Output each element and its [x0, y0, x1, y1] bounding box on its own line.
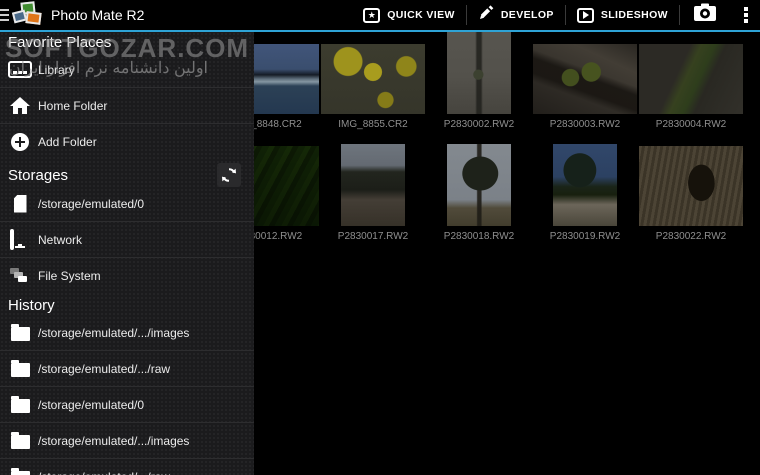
photo-grid-row: IMG_8848.CR2 IMG_8855.CR2 P2830002.RW2 P… — [214, 32, 744, 140]
folder-icon — [8, 323, 32, 341]
drawer-item-label: Add Folder — [38, 135, 97, 149]
drawer-item-label: /storage/emulated/.../raw — [38, 361, 171, 376]
pencil-icon — [478, 4, 494, 26]
star-icon: ★ — [363, 7, 381, 23]
photo-cell[interactable]: P2830002.RW2 — [426, 32, 532, 140]
drawer-item-home-folder[interactable]: Home Folder — [0, 88, 254, 124]
folder-icon — [8, 431, 32, 449]
drawer-item-label: /storage/emulated/0 — [38, 196, 145, 211]
develop-label: DEVELOP — [500, 9, 554, 21]
photo-filename: IMG_8855.CR2 — [338, 119, 408, 130]
photo-thumbnail[interactable] — [533, 44, 637, 114]
history-item[interactable]: /storage/emulated/.../raw — [0, 459, 254, 475]
quick-view-button[interactable]: ★ QUICK VIEW — [352, 0, 466, 30]
file-system-icon — [8, 268, 32, 284]
photo-filename: P2830003.RW2 — [549, 119, 621, 130]
action-bar-actions: ★ QUICK VIEW DEVELOP SLIDESHOW — [352, 0, 760, 30]
drawer-item-label: /storage/emulated/.../raw — [38, 470, 170, 475]
photo-cell[interactable]: P2830019.RW2 — [532, 140, 638, 252]
photo-thumbnail[interactable] — [341, 144, 405, 226]
action-bar: Photo Mate R2 ★ QUICK VIEW DEVELOP SLIDE… — [0, 0, 760, 30]
camera-icon — [693, 3, 717, 27]
photo-filename: P2830022.RW2 — [655, 231, 727, 242]
section-header: Storages — [0, 160, 254, 187]
drawer-item-library[interactable]: Library — [0, 52, 254, 88]
folder-icon — [8, 395, 32, 413]
photo-cell[interactable]: P2830003.RW2 — [532, 33, 638, 140]
refresh-icon — [222, 168, 236, 182]
slideshow-button[interactable]: SLIDESHOW — [566, 0, 679, 30]
add-folder-icon — [8, 133, 32, 151]
photo-grid-row: P2830012.RW2 P2830017.RW2 P2830018.RW2 P… — [214, 140, 744, 252]
drawer-item-label: File System — [38, 269, 101, 283]
library-icon — [8, 61, 32, 78]
develop-button[interactable]: DEVELOP — [467, 0, 565, 30]
navigation-drawer: Favorite Places Library Home Folder Add — [0, 32, 254, 475]
photo-grid: IMG_8848.CR2 IMG_8855.CR2 P2830002.RW2 P… — [214, 32, 744, 252]
app-screen: IMG_8848.CR2 IMG_8855.CR2 P2830002.RW2 P… — [0, 0, 760, 475]
play-icon — [576, 7, 594, 23]
photo-filename: P2830002.RW2 — [443, 119, 515, 130]
app-title: Photo Mate R2 — [51, 7, 145, 23]
drawer-item-label: Network — [38, 232, 83, 247]
refresh-button[interactable] — [217, 163, 241, 187]
history-item[interactable]: /storage/emulated/0 — [0, 387, 254, 423]
photo-cell[interactable]: P2830017.RW2 — [320, 140, 426, 252]
photo-filename: P2830004.RW2 — [655, 119, 727, 130]
photo-thumbnail[interactable] — [639, 146, 743, 226]
history-item[interactable]: /storage/emulated/.../raw — [0, 351, 254, 387]
drawer-toggle-icon[interactable] — [0, 7, 9, 23]
history-item[interactable]: /storage/emulated/.../images — [0, 423, 254, 459]
drawer-item-label: /storage/emulated/.../images — [38, 325, 190, 340]
photo-cell[interactable]: P2830018.RW2 — [426, 140, 532, 252]
section-header: Favorite Places — [8, 34, 112, 51]
photo-thumbnail[interactable] — [447, 32, 511, 114]
photo-cell[interactable]: IMG_8855.CR2 — [320, 33, 426, 140]
action-bar-home[interactable]: Photo Mate R2 — [0, 0, 144, 30]
network-icon — [8, 229, 32, 250]
app-logo-icon — [11, 1, 43, 28]
photo-thumbnail[interactable] — [447, 144, 511, 226]
photo-thumbnail[interactable] — [639, 44, 743, 114]
section-storages: Storages /storage/emulated/0 Network Fil… — [0, 160, 254, 294]
drawer-item-label: /storage/emulated/.../images — [38, 433, 190, 448]
quick-view-label: QUICK VIEW — [387, 9, 455, 21]
overflow-menu-button[interactable] — [730, 7, 760, 23]
home-icon — [8, 96, 32, 115]
section-favorite-places: Favorite Places Library Home Folder Add — [0, 32, 254, 160]
photo-filename: P2830018.RW2 — [443, 231, 515, 242]
drawer-item-storage-emulated-0[interactable]: /storage/emulated/0 — [0, 186, 254, 222]
photo-thumbnail[interactable] — [321, 44, 425, 114]
section-history: History /storage/emulated/.../images /st… — [0, 294, 254, 475]
drawer-item-network[interactable]: Network — [0, 222, 254, 258]
slideshow-label: SLIDESHOW — [600, 9, 668, 21]
camera-button[interactable] — [680, 0, 730, 30]
photo-cell[interactable]: P2830022.RW2 — [638, 140, 744, 252]
drawer-item-label: /storage/emulated/0 — [38, 397, 145, 412]
sd-card-icon — [8, 194, 32, 213]
folder-icon — [8, 359, 32, 377]
photo-filename: P2830017.RW2 — [337, 231, 409, 242]
drawer-item-label: Home Folder — [38, 98, 108, 113]
drawer-item-label: Library — [38, 62, 75, 77]
photo-filename: P2830019.RW2 — [549, 231, 621, 242]
history-item[interactable]: /storage/emulated/.../images — [0, 315, 254, 351]
photo-thumbnail[interactable] — [553, 144, 617, 226]
folder-icon — [8, 468, 32, 475]
drawer-item-file-system[interactable]: File System — [0, 258, 254, 294]
section-header: History — [8, 297, 55, 314]
photo-cell[interactable]: P2830004.RW2 — [638, 33, 744, 140]
drawer-item-add-folder[interactable]: Add Folder — [0, 124, 254, 160]
section-header-label: Storages — [8, 166, 69, 184]
